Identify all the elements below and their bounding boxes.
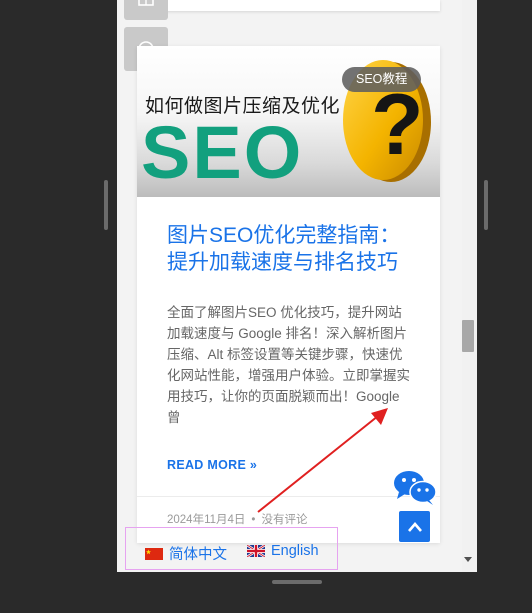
language-label-english: English (271, 543, 319, 559)
share-button-table[interactable] (124, 0, 168, 20)
back-to-top-button[interactable] (399, 511, 430, 542)
previous-card-edge (137, 0, 440, 11)
image-seo-text: SEO (141, 111, 304, 194)
chevron-up-icon (407, 521, 422, 532)
meta-separator: • (251, 514, 256, 526)
wechat-floating-button[interactable] (393, 470, 437, 506)
frame-resize-handle-right[interactable] (484, 180, 488, 230)
china-flag-icon (145, 547, 163, 560)
language-switcher: 简体中文 English (125, 527, 338, 570)
language-label-chinese: 简体中文 (169, 547, 227, 563)
wechat-icon (394, 471, 437, 505)
scrollbar-track[interactable] (462, 0, 477, 572)
language-option-chinese[interactable]: 简体中文 (145, 543, 227, 564)
article-excerpt: 全面了解图片SEO 优化技巧，提升网站加载速度与 Google 排名！深入解析图… (167, 305, 410, 425)
language-option-english[interactable]: English (247, 543, 319, 559)
uk-flag-icon (247, 545, 265, 557)
article-card: 如何做图片压缩及优化 SEO ? SEO教程 图片SEO优化完整指南：提升加载速… (137, 46, 440, 543)
frame-resize-handle-bottom[interactable] (272, 580, 322, 584)
article-meta: 2024年11月4日 • 没有评论 (167, 511, 307, 527)
comments-link[interactable]: 没有评论 (261, 514, 307, 526)
scrollbar-thumb[interactable] (462, 320, 474, 352)
table-icon (138, 0, 154, 6)
category-badge[interactable]: SEO教程 (342, 67, 422, 92)
frame-resize-handle-left[interactable] (104, 180, 108, 230)
page-viewport: 如何做图片压缩及优化 SEO ? SEO教程 图片SEO优化完整指南：提升加载速… (117, 0, 477, 572)
article-title[interactable]: 图片SEO优化完整指南：提升加载速度与排名技巧 (167, 222, 417, 276)
post-date: 2024年11月4日 (167, 514, 246, 526)
read-more-link[interactable]: READ MORE » (167, 458, 257, 472)
scroll-down-arrow-icon[interactable] (464, 557, 472, 562)
